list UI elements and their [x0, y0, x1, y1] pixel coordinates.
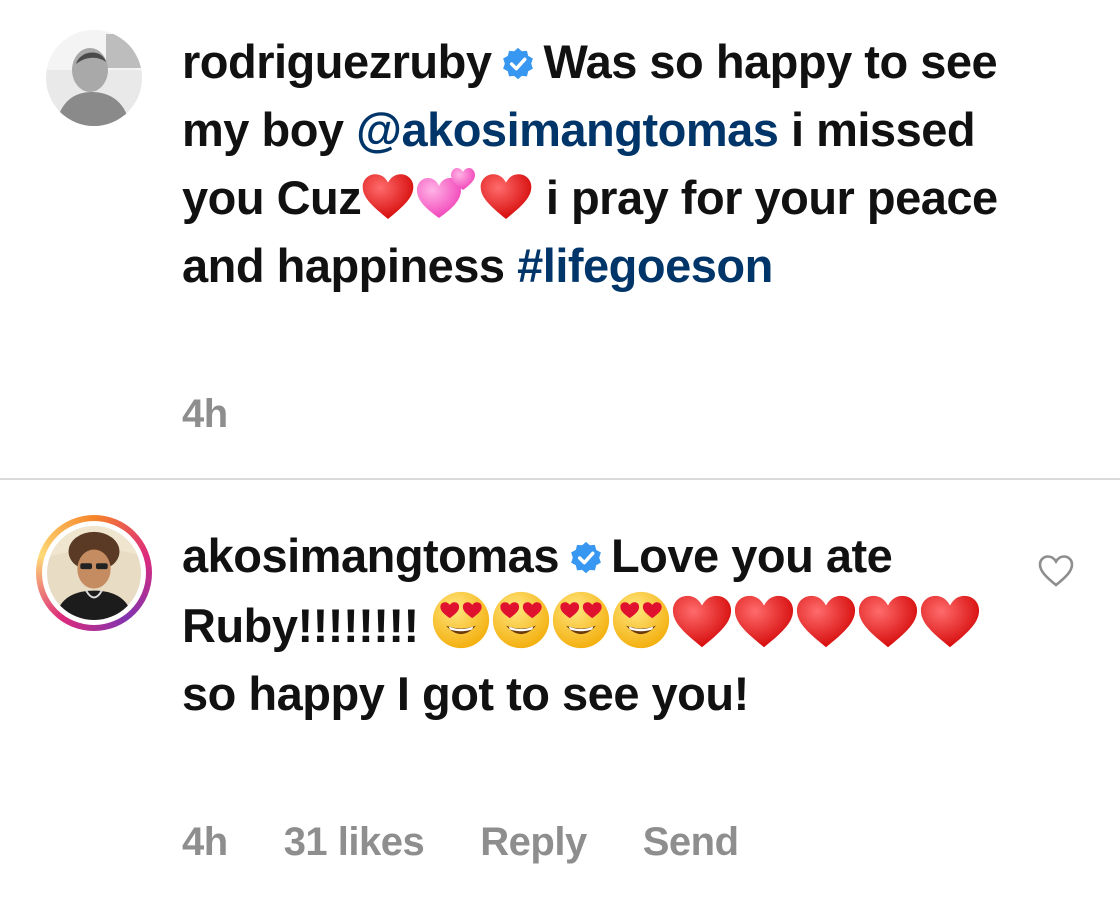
- hashtag-link[interactable]: #lifegoeson: [517, 239, 773, 292]
- avatar-image: [47, 526, 141, 620]
- send-button[interactable]: Send: [643, 820, 739, 864]
- likes-count[interactable]: 31 likes: [284, 820, 425, 864]
- comment-time: 4h: [182, 392, 228, 436]
- comment-body: so happy I got to see you!: [182, 667, 749, 720]
- heart-eyes-emoji: [431, 590, 491, 650]
- red-heart-emoji: [795, 594, 857, 650]
- red-heart-emoji: [671, 594, 733, 650]
- mention-link[interactable]: @akosimangtomas: [356, 103, 779, 156]
- red-heart-emoji: [361, 172, 415, 222]
- reply-button[interactable]: Reply: [480, 820, 587, 864]
- comment-text: rodriguezruby Was so happy to see my boy …: [182, 28, 1052, 300]
- comment-item: rodriguezruby Was so happy to see my boy …: [0, 0, 1120, 478]
- avatar-ring: [42, 521, 146, 625]
- verified-badge-icon: [571, 541, 601, 574]
- comment-time: 4h: [182, 820, 228, 864]
- verified-badge-icon: [503, 47, 534, 80]
- avatar-image: [46, 30, 142, 126]
- heart-eyes-emoji: [551, 590, 611, 650]
- red-heart-emoji: [857, 594, 919, 650]
- comment-item: akosimangtomas Love you ate Ruby!!!!!!!! …: [0, 480, 1120, 912]
- two-hearts-emoji: [415, 166, 479, 222]
- heart-outline-icon[interactable]: [1038, 554, 1074, 588]
- avatar[interactable]: [46, 30, 142, 126]
- comment-username[interactable]: akosimangtomas: [182, 529, 559, 582]
- comment-meta: 4h: [182, 392, 284, 437]
- red-heart-emoji: [733, 594, 795, 650]
- avatar[interactable]: [36, 515, 152, 631]
- comment-meta: 4h 31 likes Reply Send: [182, 820, 795, 865]
- red-heart-emoji: [479, 172, 533, 222]
- comment-text: akosimangtomas Love you ate Ruby!!!!!!!! …: [182, 522, 1002, 728]
- heart-eyes-emoji: [611, 590, 671, 650]
- comment-username[interactable]: rodriguezruby: [182, 35, 492, 88]
- heart-eyes-emoji: [491, 590, 551, 650]
- red-heart-emoji: [919, 594, 981, 650]
